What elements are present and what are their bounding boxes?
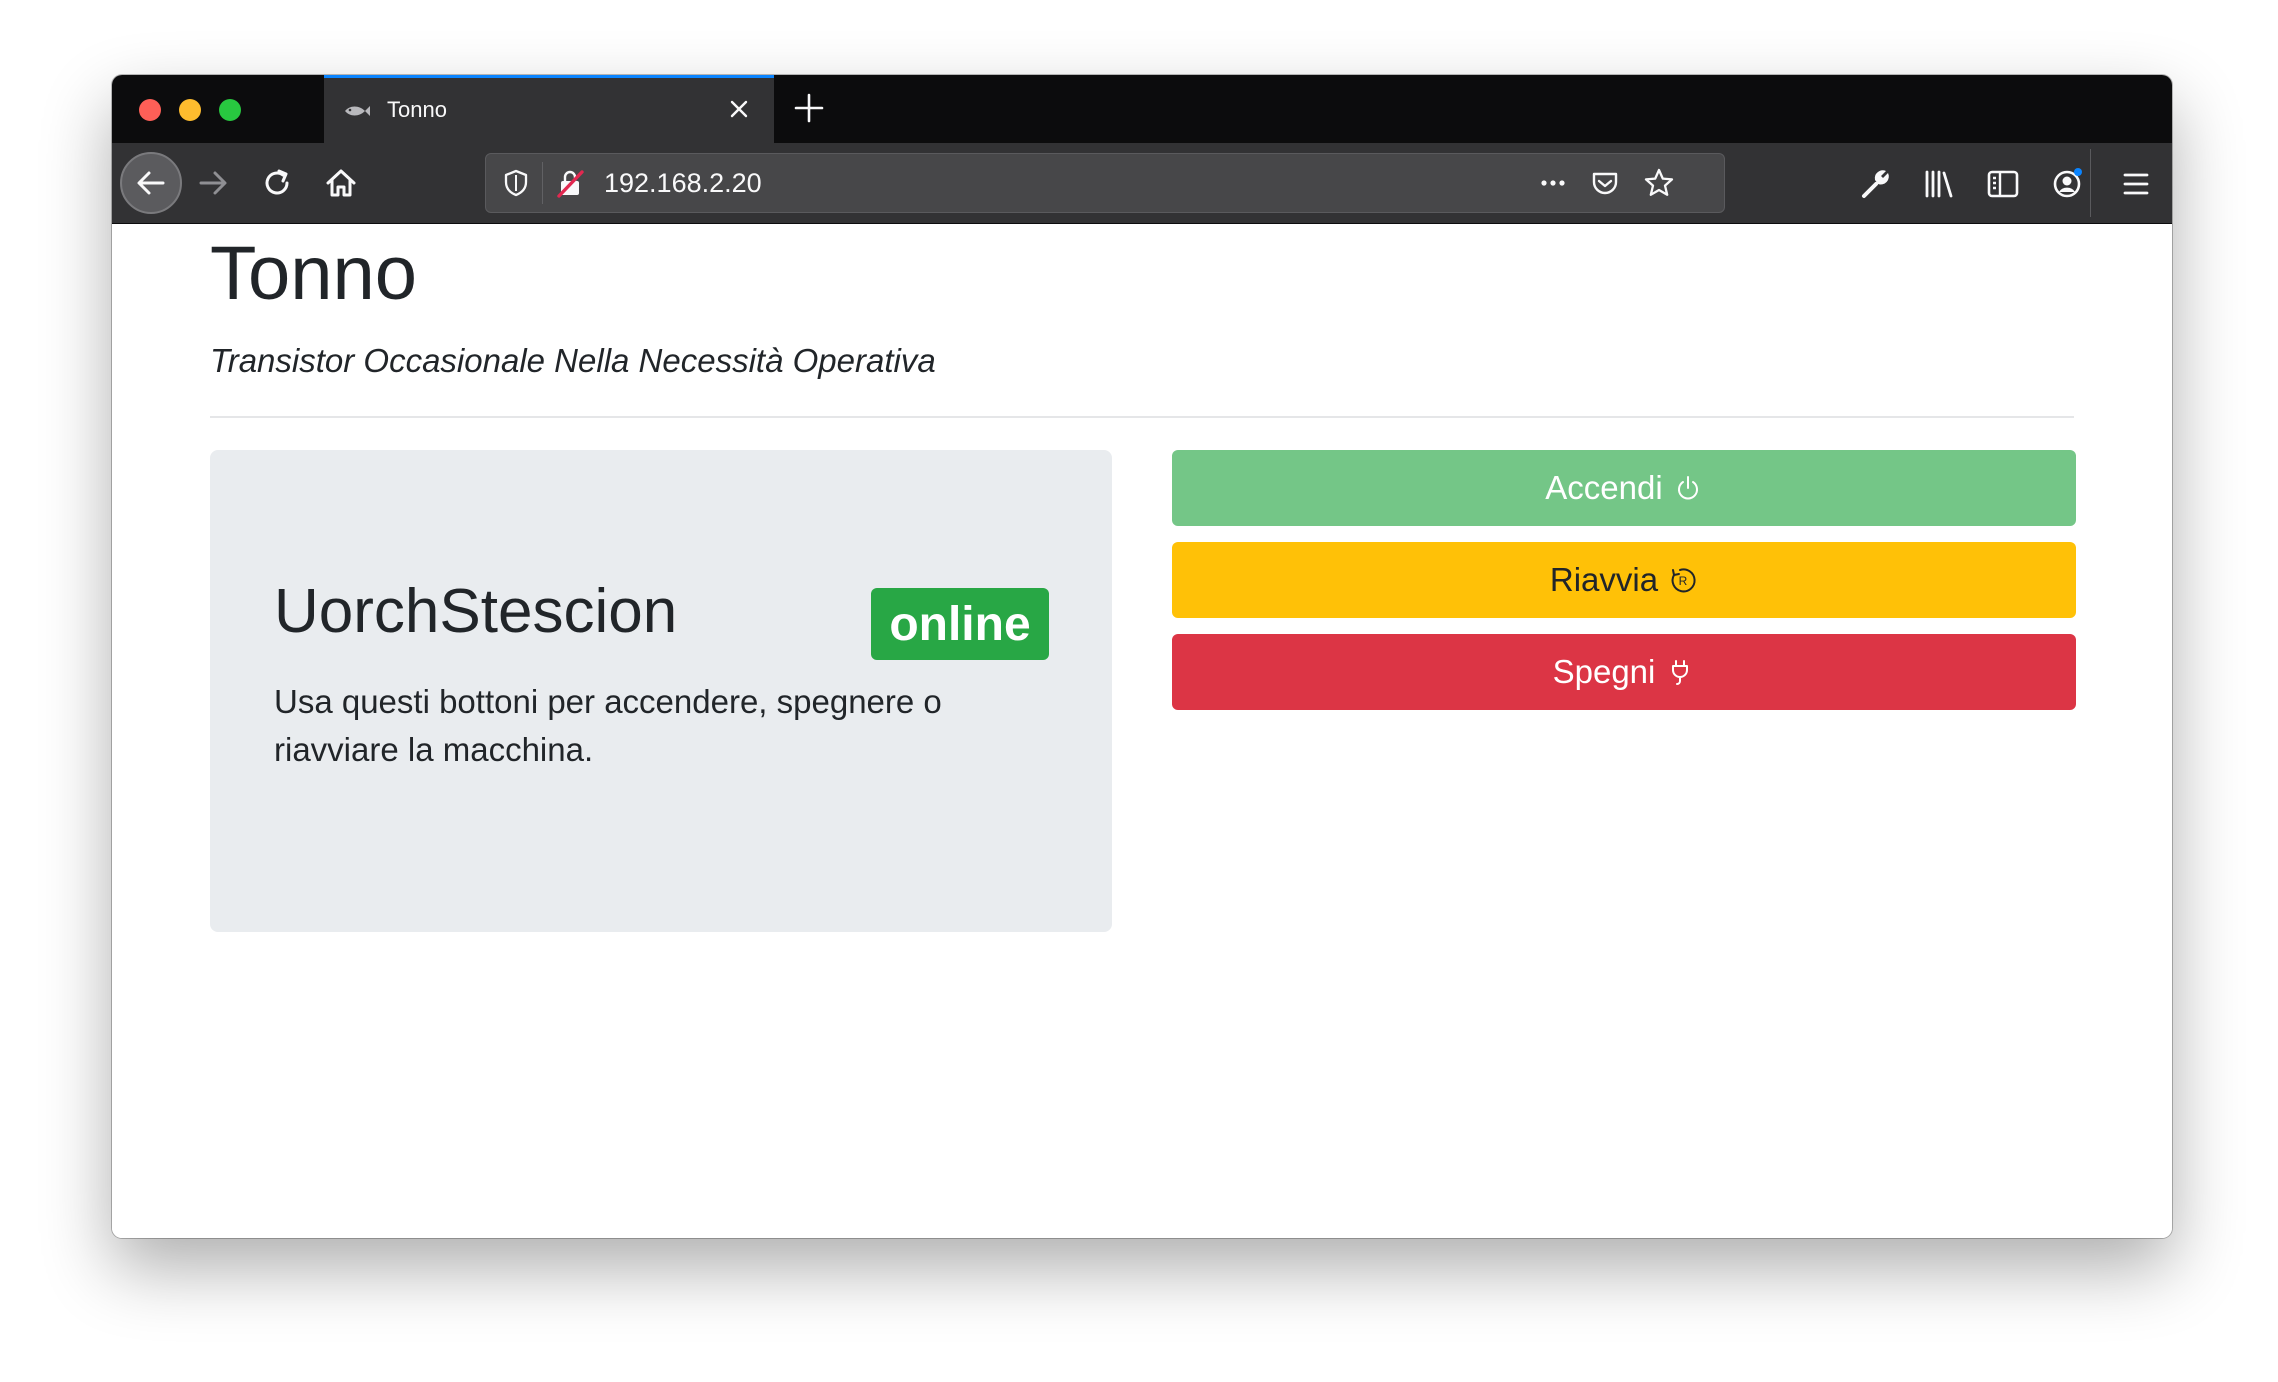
pocket-icon[interactable] <box>1588 166 1622 200</box>
home-icon <box>326 169 356 197</box>
tab-tonno[interactable]: Tonno <box>324 75 774 143</box>
plug-icon <box>1672 660 1689 685</box>
status-badge: online <box>871 588 1049 660</box>
more-actions-icon[interactable] <box>1536 166 1570 200</box>
power-off-label: Spegni <box>1552 653 1656 690</box>
url-separator <box>542 162 543 204</box>
sidebar-icon[interactable] <box>1984 165 2022 203</box>
arrow-left-icon <box>137 171 165 195</box>
power-icon <box>1677 476 1698 500</box>
insecure-lock-icon[interactable] <box>554 167 586 199</box>
power-on-label: Accendi <box>1545 469 1663 506</box>
browser-window: Tonno 192.168.2.20 Tonno Transistor Occa… <box>112 75 2172 1238</box>
bookmark-star-icon[interactable] <box>1642 166 1676 200</box>
home-button[interactable] <box>310 152 372 214</box>
forward-button[interactable] <box>182 152 244 214</box>
wrench-icon[interactable] <box>1856 165 1894 203</box>
zoom-window-button[interactable] <box>219 99 241 121</box>
reload-icon <box>265 169 289 195</box>
arrow-right-icon <box>199 171 227 195</box>
machine-description: Usa questi bottoni per accendere, spegne… <box>274 683 942 768</box>
minimize-window-button[interactable] <box>179 99 201 121</box>
reload-button[interactable] <box>246 152 308 214</box>
restart-icon: R <box>1671 568 1696 593</box>
page-title: Tonno <box>210 231 418 316</box>
hamburger-menu-icon[interactable] <box>2117 165 2155 203</box>
library-icon[interactable] <box>1920 165 1958 203</box>
shield-icon[interactable] <box>500 167 532 199</box>
back-button[interactable] <box>120 152 182 214</box>
close-tab-icon[interactable] <box>724 94 754 124</box>
power-on-button[interactable]: Accendi <box>1172 450 2076 526</box>
fish-icon <box>345 106 370 116</box>
toolbar-separator <box>2090 149 2091 217</box>
restart-label: Riavvia <box>1549 561 1659 598</box>
nav-toolbar: 192.168.2.20 <box>112 143 2172 224</box>
url-bar[interactable]: 192.168.2.20 <box>485 153 1725 213</box>
close-window-button[interactable] <box>139 99 161 121</box>
header-divider <box>210 416 2074 418</box>
restart-button[interactable]: Riavvia R <box>1172 542 2076 618</box>
page-subtitle: Transistor Occasionale Nella Necessità O… <box>210 342 936 379</box>
machine-card: UorchStescion online Usa questi bottoni … <box>210 450 1112 932</box>
url-text[interactable]: 192.168.2.20 <box>604 168 762 199</box>
svg-text:R: R <box>1679 574 1688 588</box>
page-content: Tonno Transistor Occasionale Nella Neces… <box>112 224 2172 1238</box>
new-tab-icon[interactable] <box>790 89 828 127</box>
account-icon[interactable] <box>2048 165 2086 203</box>
power-off-button[interactable]: Spegni <box>1172 634 2076 710</box>
machine-name: UorchStescion <box>274 577 678 646</box>
tab-strip: Tonno <box>112 75 2172 143</box>
tab-title: Tonno <box>387 97 447 122</box>
